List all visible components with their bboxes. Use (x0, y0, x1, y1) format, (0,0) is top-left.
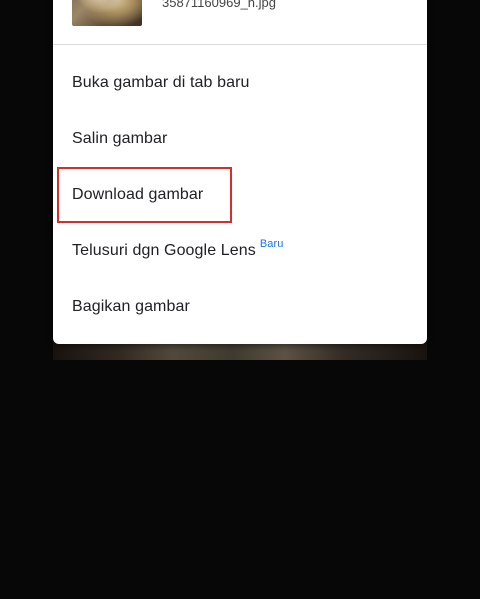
screen: 35871160969_n.jpg Buka gambar di tab bar… (0, 0, 480, 599)
new-badge: Baru (259, 238, 284, 250)
menu-item-label: Buka gambar di tab baru (72, 74, 250, 91)
menu-item-share-image[interactable]: Bagikan gambar (53, 279, 427, 335)
menu-header: 35871160969_n.jpg (53, 0, 427, 45)
menu-item-copy-image[interactable]: Salin gambar (53, 111, 427, 167)
image-context-menu: 35871160969_n.jpg Buka gambar di tab bar… (53, 0, 427, 344)
image-thumbnail (72, 0, 142, 26)
menu-item-google-lens[interactable]: Telusuri dgn Google Lens Baru (53, 223, 427, 279)
menu-item-label: Telusuri dgn Google Lens Baru (72, 238, 284, 260)
menu-item-label: Salin gambar (72, 130, 168, 147)
google-lens-label: Telusuri dgn Google Lens (72, 242, 256, 259)
menu-item-label: Bagikan gambar (72, 298, 190, 315)
menu-item-open-in-new-tab[interactable]: Buka gambar di tab baru (53, 55, 427, 111)
menu-item-download-image[interactable]: Download gambar (53, 167, 427, 223)
image-filename: 35871160969_n.jpg (162, 0, 276, 10)
menu-item-label: Download gambar (72, 186, 204, 203)
